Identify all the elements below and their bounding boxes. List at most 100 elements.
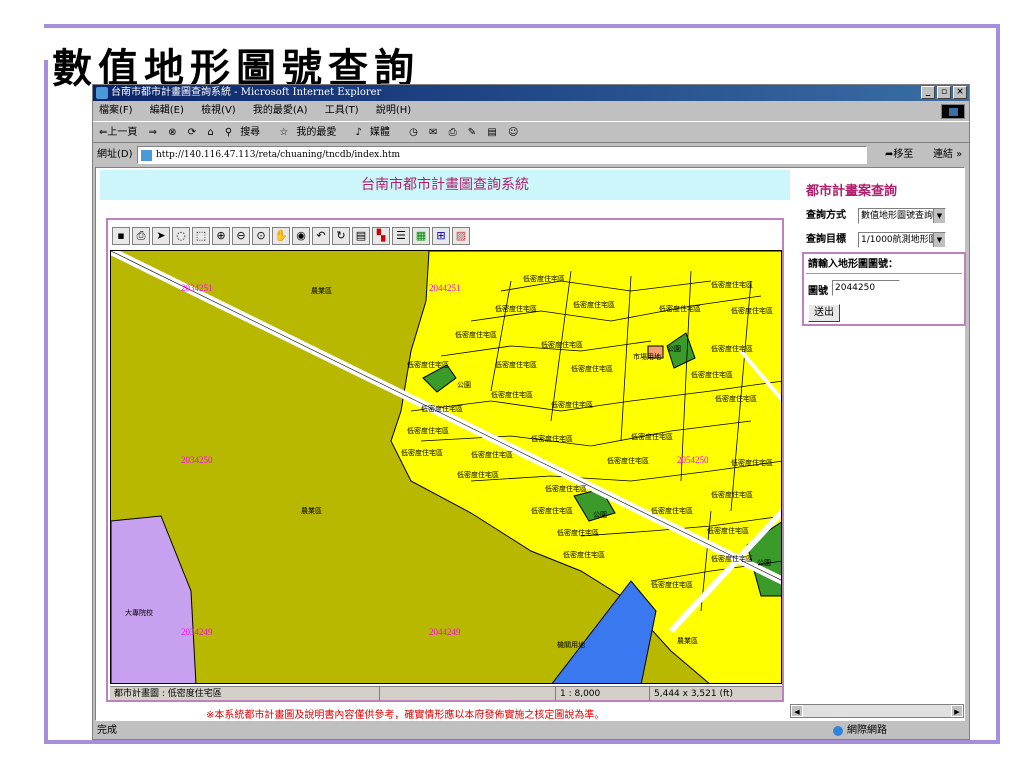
media-button[interactable]: ♪ 媒體 bbox=[356, 127, 398, 138]
menu-tools[interactable]: 工具(T) bbox=[325, 105, 359, 116]
hatch-icon[interactable]: ▨ bbox=[452, 227, 470, 245]
go-button[interactable]: ➦移至 bbox=[885, 144, 913, 166]
sheet-number: 2044249 bbox=[429, 627, 461, 637]
zone-label-residential: 低密度住宅區 bbox=[491, 390, 533, 399]
previous-view-icon[interactable]: ↶ bbox=[312, 227, 330, 245]
stop-icon[interactable]: ⊗ bbox=[168, 127, 176, 138]
zoom-extent-icon[interactable]: ⊙ bbox=[252, 227, 270, 245]
sheet-number: 2034250 bbox=[181, 455, 213, 465]
zone-label-residential: 低密度住宅區 bbox=[573, 300, 615, 309]
measure-icon[interactable]: ⊞ bbox=[432, 227, 450, 245]
zone-label-residential: 低密度住宅區 bbox=[545, 484, 587, 493]
select-rectangle-icon[interactable]: ⬚ bbox=[192, 227, 210, 245]
back-button[interactable]: ⇐上一頁 bbox=[99, 127, 137, 138]
print-icon[interactable]: ⎙ bbox=[449, 127, 457, 138]
edit-icon[interactable]: ✎ bbox=[468, 127, 476, 138]
zone-label-residential: 低密度住宅區 bbox=[531, 434, 573, 443]
chevron-down-icon[interactable]: ▼ bbox=[933, 209, 945, 223]
horizontal-scrollbar[interactable]: ◀ ▶ bbox=[790, 704, 964, 718]
zone-label-residential: 低密度住宅區 bbox=[711, 490, 753, 499]
history-icon[interactable]: ◷ bbox=[409, 127, 418, 138]
print-map-icon[interactable]: ⎙ bbox=[132, 227, 150, 245]
zone-label-residential: 低密度住宅區 bbox=[607, 456, 649, 465]
menu-edit[interactable]: 編輯(E) bbox=[150, 105, 184, 116]
mail-icon[interactable]: ✉ bbox=[429, 127, 437, 138]
select-circle-icon[interactable]: ◌ bbox=[172, 227, 190, 245]
zone-label-residential: 低密度住宅區 bbox=[457, 470, 499, 479]
zone-label-residential: 低密度住宅區 bbox=[731, 458, 773, 467]
page-icon bbox=[141, 150, 152, 161]
favorites-button[interactable]: ☆ 我的最愛 bbox=[279, 127, 344, 138]
sheet-number-input[interactable]: 2044250 bbox=[832, 280, 900, 296]
pan-hand-icon[interactable]: ✋ bbox=[272, 227, 290, 245]
globe-icon[interactable]: ◉ bbox=[292, 227, 310, 245]
search-button[interactable]: ⚲ 搜尋 bbox=[225, 127, 268, 138]
sheet-number: 2034249 bbox=[181, 627, 213, 637]
home-icon[interactable]: ⌂ bbox=[207, 127, 213, 138]
zone-label-residential: 低密度住宅區 bbox=[651, 580, 693, 589]
close-button[interactable]: × bbox=[953, 86, 967, 99]
zone-label-residential: 低密度住宅區 bbox=[631, 432, 673, 441]
window-titlebar[interactable]: 台南市都市計畫圖查詢系統 - Microsoft Internet Explor… bbox=[93, 85, 969, 101]
maximize-button[interactable]: ▫ bbox=[937, 86, 951, 99]
zone-label-park: 公園 bbox=[667, 345, 681, 353]
query-method-select[interactable]: 數值地形圖號查詢 ▼ bbox=[858, 208, 946, 224]
zone-label-residential: 低密度住宅區 bbox=[541, 340, 583, 349]
sheet-number: 2044251 bbox=[429, 283, 461, 293]
zone-label-market: 市場用地 bbox=[633, 352, 661, 361]
submit-button[interactable]: 送出 bbox=[808, 304, 840, 322]
menu-view[interactable]: 檢視(V) bbox=[201, 105, 236, 116]
slide-frame-top bbox=[44, 24, 1000, 28]
info-icon[interactable]: ▤ bbox=[352, 227, 370, 245]
browser-status-bar: 完成 網際網路 bbox=[93, 723, 969, 739]
menu-file[interactable]: 檔案(F) bbox=[99, 105, 133, 116]
disclaimer-text: ※本系統都市計畫圖及說明書內容僅供參考，確實情形應以本府發佈實施之核定圖說為準。 bbox=[206, 710, 605, 721]
menu-favorites[interactable]: 我的最愛(A) bbox=[253, 105, 308, 116]
go-button-label: 移至 bbox=[893, 149, 914, 160]
favorites-button-label: 我的最愛 bbox=[296, 127, 337, 138]
discuss-icon[interactable]: ▤ bbox=[487, 127, 496, 138]
zone-label-residential: 低密度住宅區 bbox=[407, 360, 449, 369]
address-label: 網址(D) bbox=[97, 149, 133, 160]
layer-icon[interactable]: ☰ bbox=[392, 227, 410, 245]
map-canvas[interactable]: 2034251 2044251 2034250 2054250 2034249 … bbox=[110, 250, 782, 684]
overview-icon[interactable]: ▦ bbox=[412, 227, 430, 245]
address-input[interactable]: http://140.116.47.113/reta/chuaning/tncd… bbox=[137, 146, 867, 164]
slide-frame-bottom bbox=[44, 740, 1000, 744]
media-icon: ♪ bbox=[355, 127, 362, 138]
messenger-icon[interactable]: ☺ bbox=[508, 127, 518, 138]
zone-label-residential: 低密度住宅區 bbox=[563, 550, 605, 559]
zone-label-residential: 低密度住宅區 bbox=[659, 304, 701, 313]
search-icon: ⚲ bbox=[224, 127, 233, 138]
slide-frame-right bbox=[996, 24, 1000, 744]
map-status-blank bbox=[380, 687, 556, 701]
zone-label-residential: 低密度住宅區 bbox=[407, 426, 449, 435]
map-status-extent: 5,444 x 3,521 (ft) bbox=[654, 689, 734, 699]
zoom-out-icon[interactable]: ⊖ bbox=[232, 227, 250, 245]
window-controls: _ ▫ × bbox=[921, 86, 967, 99]
refresh-icon[interactable]: ⟳ bbox=[188, 127, 196, 138]
zone-label-school: 大專院校 bbox=[125, 608, 153, 617]
menu-help[interactable]: 說明(H) bbox=[376, 105, 411, 116]
window-title: 台南市都市計畫圖查詢系統 - Microsoft Internet Explor… bbox=[111, 87, 382, 98]
query-target-label: 查詢目標 bbox=[806, 234, 846, 245]
legend-icon[interactable]: ▚ bbox=[372, 227, 390, 245]
scroll-right-icon[interactable]: ▶ bbox=[951, 705, 963, 717]
zone-label-residential: 低密度住宅區 bbox=[571, 364, 613, 373]
map-status-scale: 1 : 8,000 bbox=[556, 687, 650, 701]
side-panel-title: 都市計畫案查詢 bbox=[806, 184, 898, 199]
minimize-button[interactable]: _ bbox=[921, 86, 935, 99]
links-button[interactable]: 連結 » bbox=[933, 144, 962, 166]
zone-label-residential: 低密度住宅區 bbox=[711, 344, 753, 353]
scroll-left-icon[interactable]: ◀ bbox=[791, 705, 803, 717]
save-icon[interactable]: ▪ bbox=[112, 227, 130, 245]
refresh-map-icon[interactable]: ↻ bbox=[332, 227, 350, 245]
sheet-number-label: 圖號 bbox=[808, 286, 828, 297]
zoom-in-icon[interactable]: ⊕ bbox=[212, 227, 230, 245]
zone-label-residential: 低密度住宅區 bbox=[523, 274, 565, 283]
select-pointer-icon[interactable]: ➤ bbox=[152, 227, 170, 245]
query-target-select[interactable]: 1/1000航測地形圖 ▼ bbox=[858, 232, 946, 248]
forward-button[interactable]: ⇒ bbox=[149, 127, 157, 138]
chevron-down-icon[interactable]: ▼ bbox=[933, 233, 945, 247]
browser-window: 台南市都市計畫圖查詢系統 - Microsoft Internet Explor… bbox=[92, 84, 970, 740]
